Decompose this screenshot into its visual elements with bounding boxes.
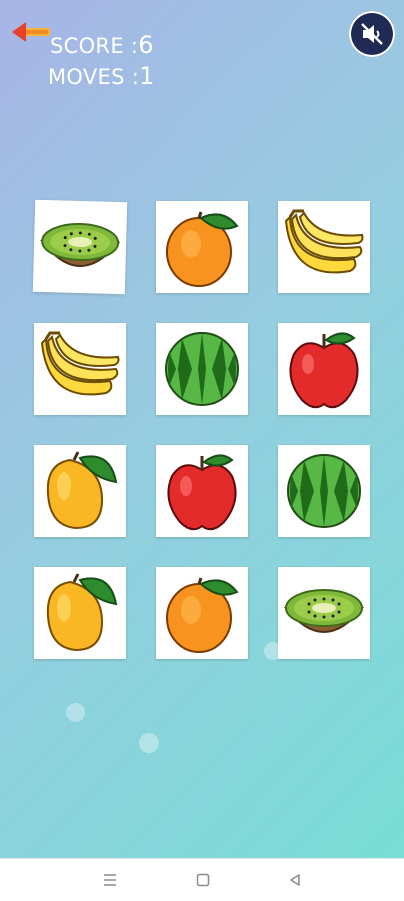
back-triangle-icon[interactable] <box>283 869 307 891</box>
score-label: SCORE : <box>50 34 139 58</box>
kiwi-icon <box>283 589 365 633</box>
decorative-bubble <box>139 733 159 753</box>
moves-row: MOVES :1 <box>48 61 155 92</box>
home-square-icon[interactable] <box>191 869 215 891</box>
menu-icon[interactable] <box>98 869 122 891</box>
orange-icon <box>166 577 239 653</box>
card-apple[interactable] <box>156 445 248 537</box>
banana-icon <box>40 331 120 396</box>
mango-icon <box>46 451 118 530</box>
card-mango[interactable] <box>34 567 126 659</box>
card-apple[interactable] <box>278 323 370 415</box>
watermelon-icon <box>165 332 239 406</box>
score-panel: SCORE :6 MOVES :1 <box>48 30 155 92</box>
score-row: SCORE :6 <box>50 30 155 61</box>
card-banana[interactable] <box>278 201 370 293</box>
mango-icon <box>46 573 118 652</box>
moves-label: MOVES : <box>48 65 140 89</box>
watermelon-icon <box>287 454 361 528</box>
orange-icon <box>166 211 239 287</box>
card-watermelon[interactable] <box>156 323 248 415</box>
card-banana[interactable] <box>34 323 126 415</box>
card-orange[interactable] <box>156 201 248 293</box>
apple-icon <box>167 454 237 531</box>
system-nav-bar <box>0 858 404 901</box>
back-arrow-icon[interactable] <box>10 20 54 48</box>
card-watermelon[interactable] <box>278 445 370 537</box>
game-screen: SCORE :6 MOVES :1 <box>0 0 404 858</box>
sound-toggle-button[interactable] <box>349 11 395 57</box>
card-orange[interactable] <box>156 567 248 659</box>
apple-icon <box>289 332 359 409</box>
card-kiwi[interactable] <box>278 567 370 659</box>
kiwi-icon <box>40 222 121 267</box>
card-kiwi[interactable] <box>32 199 128 295</box>
decorative-bubble <box>66 703 85 722</box>
moves-value: 1 <box>139 62 155 90</box>
card-mango[interactable] <box>34 445 126 537</box>
banana-icon <box>284 209 364 274</box>
decorative-bubble <box>264 642 282 660</box>
score-value: 6 <box>138 31 154 59</box>
sound-muted-icon <box>361 23 383 45</box>
